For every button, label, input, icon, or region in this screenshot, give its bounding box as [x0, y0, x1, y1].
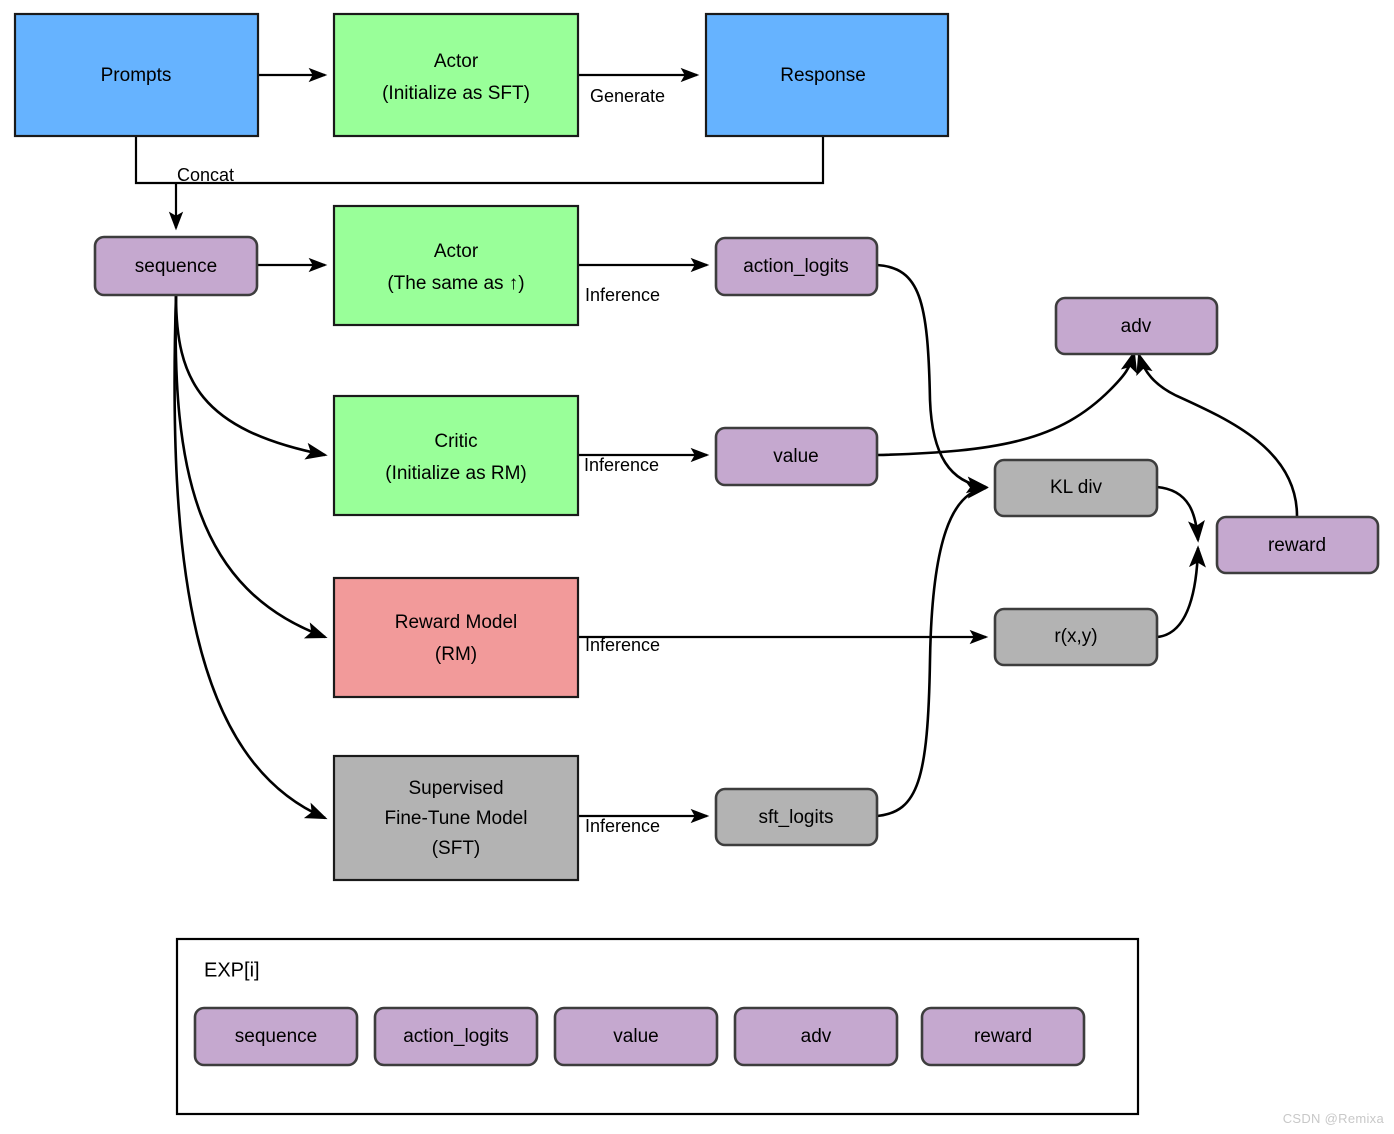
node-kl-div[interactable]: KL div — [993, 458, 1159, 518]
node-sft-model-label-line1: Supervised — [408, 778, 503, 799]
edge-label-concat: Concat — [177, 165, 234, 185]
node-response-label: Response — [780, 65, 866, 86]
edge-sequence-to-critic — [174, 294, 328, 460]
edge-concat-rail — [134, 136, 825, 185]
node-critic[interactable]: Critic (Initialize as RM) — [332, 394, 580, 517]
node-reward-label: reward — [1268, 535, 1326, 556]
exp-item-adv[interactable]: adv — [733, 1006, 899, 1067]
node-sft-logits-label: sft_logits — [759, 807, 834, 828]
node-sequence[interactable]: sequence — [93, 235, 259, 297]
node-reward-model-label-line2: (RM) — [435, 644, 477, 665]
node-actor-same-as-above[interactable]: Actor (The same as ↑) — [332, 204, 580, 327]
node-sft-model-label-line2: Fine-Tune Model — [385, 808, 528, 829]
node-response[interactable]: Response — [704, 12, 950, 138]
edge-value-to-adv — [876, 350, 1138, 457]
edge-reward-to-adv — [1136, 352, 1299, 517]
node-reward[interactable]: reward — [1215, 515, 1380, 575]
node-adv-label: adv — [1121, 316, 1152, 337]
node-action-logits[interactable]: action_logits — [714, 236, 879, 297]
exp-item-sequence[interactable]: sequence — [193, 1006, 359, 1067]
edge-label-inference-critic: Inference — [584, 455, 659, 475]
exp-group: EXP[i] sequence action_logits value adv … — [175, 937, 1140, 1116]
node-actor-top-label-line1: Actor — [434, 51, 479, 72]
node-sft-logits[interactable]: sft_logits — [714, 787, 879, 847]
nodes-layer: Prompts Actor (Initialize as SFT) Respon… — [13, 12, 1380, 882]
node-sequence-label: sequence — [135, 256, 217, 277]
edge-label-inference-sft: Inference — [585, 816, 660, 836]
node-kl-div-label: KL div — [1050, 477, 1103, 498]
exp-item-value[interactable]: value — [553, 1006, 719, 1067]
node-critic-label-line2: (Initialize as RM) — [385, 463, 526, 484]
node-actor-initialize-sft[interactable]: Actor (Initialize as SFT) — [332, 12, 580, 138]
exp-item-value-label: value — [613, 1026, 658, 1047]
edge-sequence-to-reward-model — [174, 294, 328, 639]
node-actor-top-label-line2: (Initialize as SFT) — [382, 83, 530, 104]
node-reward-model[interactable]: Reward Model (RM) — [332, 576, 580, 699]
exp-item-action-logits-label: action_logits — [403, 1026, 509, 1047]
edge-label-generate: Generate — [590, 86, 665, 106]
exp-item-adv-label: adv — [801, 1026, 832, 1047]
edge-rxy-to-reward — [1156, 545, 1206, 639]
edge-label-inference-rm: Inference — [585, 635, 660, 655]
node-prompts-label: Prompts — [101, 65, 172, 86]
node-value[interactable]: value — [714, 426, 879, 487]
node-adv[interactable]: adv — [1054, 296, 1219, 356]
node-prompts[interactable]: Prompts — [13, 12, 260, 138]
diagram-root: Prompts Actor (Initialize as SFT) Respon… — [0, 0, 1394, 1134]
node-sft-model[interactable]: Supervised Fine-Tune Model (SFT) — [332, 754, 580, 882]
node-reward-model-label-line1: Reward Model — [395, 612, 518, 633]
node-critic-label-line1: Critic — [434, 431, 477, 452]
edge-sequence-to-sft-model — [173, 294, 328, 820]
node-sft-model-label-line3: (SFT) — [432, 838, 481, 859]
flow-diagram-canvas: Prompts Actor (Initialize as SFT) Respon… — [13, 12, 1380, 1116]
exp-item-reward[interactable]: reward — [920, 1006, 1086, 1067]
watermark: CSDN @Remixa — [1282, 1111, 1384, 1126]
node-action-logits-label: action_logits — [743, 256, 849, 277]
edge-label-inference-actor: Inference — [585, 285, 660, 305]
edge-kl-div-to-reward — [1156, 485, 1205, 543]
exp-item-action-logits[interactable]: action_logits — [373, 1006, 539, 1067]
edge-sft-logits-to-kl-div — [876, 481, 989, 818]
exp-item-reward-label: reward — [974, 1026, 1032, 1047]
node-actor-mid-label-line2: (The same as ↑) — [387, 273, 524, 294]
node-value-label: value — [773, 446, 818, 467]
node-rxy[interactable]: r(x,y) — [993, 607, 1159, 667]
node-actor-mid-label-line1: Actor — [434, 241, 479, 262]
exp-item-sequence-label: sequence — [235, 1026, 317, 1047]
exp-group-label: EXP[i] — [204, 959, 260, 981]
node-rxy-label: r(x,y) — [1054, 626, 1097, 647]
